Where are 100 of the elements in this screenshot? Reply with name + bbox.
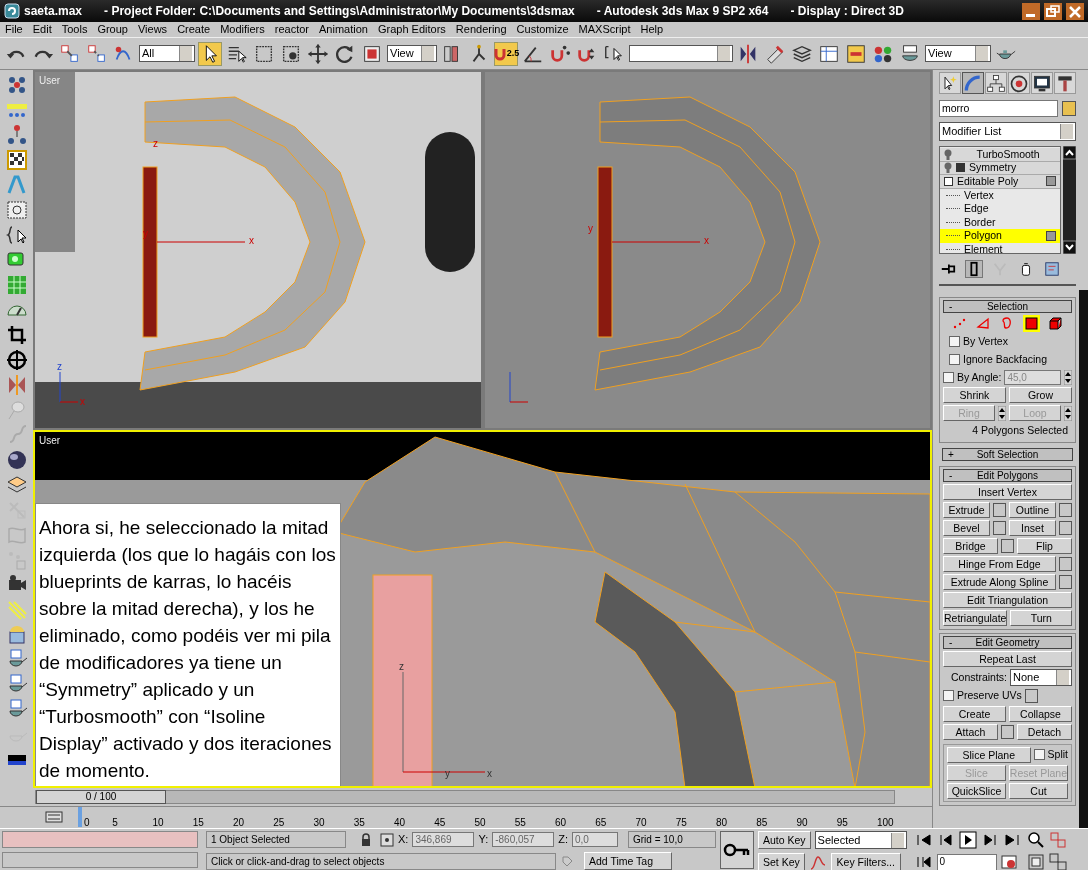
window-title: - Project Folder: C:\Documents and Settings\Administrator\My Documents\3dsmax — [104, 3, 575, 20]
axis-label: x — [704, 235, 709, 246]
rollout-header[interactable]: - Edit Geometry — [943, 636, 1072, 649]
menu-item[interactable]: Views — [132, 22, 173, 37]
panel-button[interactable]: Insert Vertex — [943, 484, 1072, 500]
rollout-toggle[interactable]: - — [949, 301, 953, 312]
sub-object-level-item[interactable]: Element — [964, 242, 1003, 253]
current-frame-field[interactable]: 0 — [936, 853, 997, 870]
menu-item[interactable]: MAXScript — [573, 22, 636, 37]
viewport-label[interactable]: User — [39, 433, 61, 448]
panel-button[interactable]: Edit Triangulation — [943, 592, 1072, 608]
menu-item[interactable]: Group — [92, 22, 133, 37]
rollout-title: Edit Geometry — [975, 637, 1040, 648]
axis-label: y — [143, 228, 148, 239]
object-name-field[interactable]: morro — [939, 100, 1058, 117]
menu-item[interactable]: File — [0, 22, 28, 37]
frame-tick-label: 0 — [84, 816, 90, 828]
checkbox-label: By Vertex — [963, 334, 1008, 349]
sub-object-level-item[interactable]: Vertex — [964, 188, 994, 202]
frame-tick-label: 85 — [756, 816, 768, 828]
menu-item[interactable]: Help — [635, 22, 669, 37]
panel-button[interactable]: Turn — [1010, 610, 1072, 626]
panel-button[interactable]: Inset — [1009, 520, 1056, 536]
frame-tick-label: 40 — [394, 816, 406, 828]
menu-item[interactable]: Modifiers — [215, 22, 270, 37]
snap-toggle-button[interactable]: 2.5 — [494, 41, 518, 66]
frame-tick-label: 25 — [273, 816, 285, 828]
panel-button[interactable]: Retriangulate — [943, 610, 1008, 626]
frame-tick-label: 65 — [595, 816, 607, 828]
coordinate-field[interactable]: -860,057 — [492, 832, 555, 847]
menu-item[interactable]: reactor — [269, 22, 315, 37]
axis-label: x — [249, 235, 254, 246]
constraints-dropdown[interactable]: None — [1010, 669, 1072, 686]
key-mode-dropdown[interactable]: Selected — [814, 831, 907, 849]
sub-object-level-item[interactable]: Border — [964, 215, 996, 229]
axis-label: y — [588, 223, 593, 234]
frame-tick-label: 50 — [474, 816, 486, 828]
frame-tick-label: 80 — [716, 816, 728, 828]
panel-button[interactable]: Flip — [1017, 538, 1072, 554]
menu-item[interactable]: Graph Editors — [372, 22, 451, 37]
frame-tick-label: 15 — [192, 816, 204, 828]
rollout-header[interactable]: + Soft Selection — [942, 448, 1073, 461]
panel-button[interactable]: Create — [943, 705, 1006, 722]
frame-tick-label: 5 — [112, 816, 118, 828]
menu-item[interactable]: Tools — [56, 22, 93, 37]
panel-button[interactable]: Slice Plane — [947, 746, 1031, 763]
key-filters-button[interactable]: Key Filters... — [830, 853, 901, 870]
panel-button[interactable]: Cut — [1009, 782, 1068, 799]
checkbox-label: Preserve UVs — [957, 688, 1022, 703]
rollout-title: Edit Polygons — [976, 470, 1039, 481]
render-type-dropdown[interactable]: View — [925, 45, 991, 62]
rollout-title: Soft Selection — [976, 449, 1039, 460]
panel-button[interactable]: Collapse — [1009, 705, 1072, 722]
rollout-toggle[interactable]: - — [949, 470, 953, 481]
panel-button[interactable]: Hinge From Edge — [943, 556, 1056, 572]
coordinate-label: X: — [398, 832, 409, 848]
frame-tick-label: 10 — [152, 816, 164, 828]
frame-tick-label: 75 — [675, 816, 687, 828]
modifier-list-dropdown[interactable]: Modifier List — [939, 122, 1076, 141]
checkbox-label: Split — [1047, 746, 1068, 762]
axis-label: z — [399, 661, 404, 672]
panel-button[interactable]: Bevel — [943, 520, 990, 536]
time-slider-thumb[interactable]: 0 / 100 — [36, 790, 166, 804]
selection-filter-dropdown[interactable]: All — [139, 45, 195, 62]
selection-count-text: 4 Polygons Selected — [972, 423, 1068, 439]
rollout-header[interactable]: - Selection — [943, 300, 1072, 313]
frame-tick-label: 60 — [555, 816, 567, 828]
frame-tick-label: 55 — [514, 816, 526, 828]
menu-item[interactable]: Create — [172, 22, 216, 37]
frame-tick-label: 30 — [313, 816, 325, 828]
panel-button[interactable]: Detach — [1017, 723, 1072, 740]
panel-button[interactable]: QuickSlice — [947, 782, 1006, 799]
panel-button[interactable]: Extrude — [943, 502, 990, 518]
menu-item[interactable]: Animation — [314, 22, 373, 37]
caption-text: Ahora si, he seleccionado la mitad izquierda (los que lo hagáis con los blueprints de karras, lo hacéis sobre la mitad derecha), y los he eliminado, como podéis ver mi pila de modificadores ya tiene un “Symmetry” aplicado y un “Turbosmooth” con “Isoline Display” activado y dos iteraciones de momento. — [35, 503, 341, 786]
menu-item[interactable]: Rendering — [450, 22, 512, 37]
panel-button[interactable]: Outline — [1009, 502, 1056, 518]
sub-object-level-item[interactable]: Edge — [964, 202, 989, 216]
frame-tick-label: 45 — [434, 816, 446, 828]
reference-coordinate-dropdown[interactable]: View — [387, 45, 437, 62]
rollout-toggle[interactable]: - — [949, 637, 953, 648]
auto-key-button[interactable]: Auto Key — [758, 831, 811, 849]
set-key-toggle[interactable]: Set Key — [758, 853, 805, 870]
panel-button[interactable]: Extrude Along Spline — [943, 574, 1056, 590]
axis-label: z — [153, 138, 158, 149]
panel-button[interactable]: Attach — [943, 723, 998, 740]
add-time-tag-button[interactable]: Add Time Tag — [584, 852, 672, 870]
panel-button[interactable]: Grow — [1009, 387, 1072, 404]
rollout-header[interactable]: - Edit Polygons — [943, 469, 1072, 482]
menu-item[interactable]: Customize — [511, 22, 574, 37]
coordinate-field[interactable]: 346,869 — [412, 832, 475, 847]
panel-button[interactable]: Shrink — [943, 387, 1006, 404]
menu-item[interactable]: Edit — [27, 22, 57, 37]
panel-button[interactable]: Bridge — [943, 538, 998, 554]
rollout-toggle[interactable]: + — [948, 449, 954, 460]
grid-size-field: Grid = 10,0 — [628, 831, 716, 848]
axis-label: x — [80, 396, 85, 407]
panel-button[interactable]: Repeat Last — [943, 651, 1072, 667]
selection-info-field: 1 Object Selected — [206, 831, 346, 848]
coordinate-field[interactable]: 0,0 — [572, 832, 618, 847]
